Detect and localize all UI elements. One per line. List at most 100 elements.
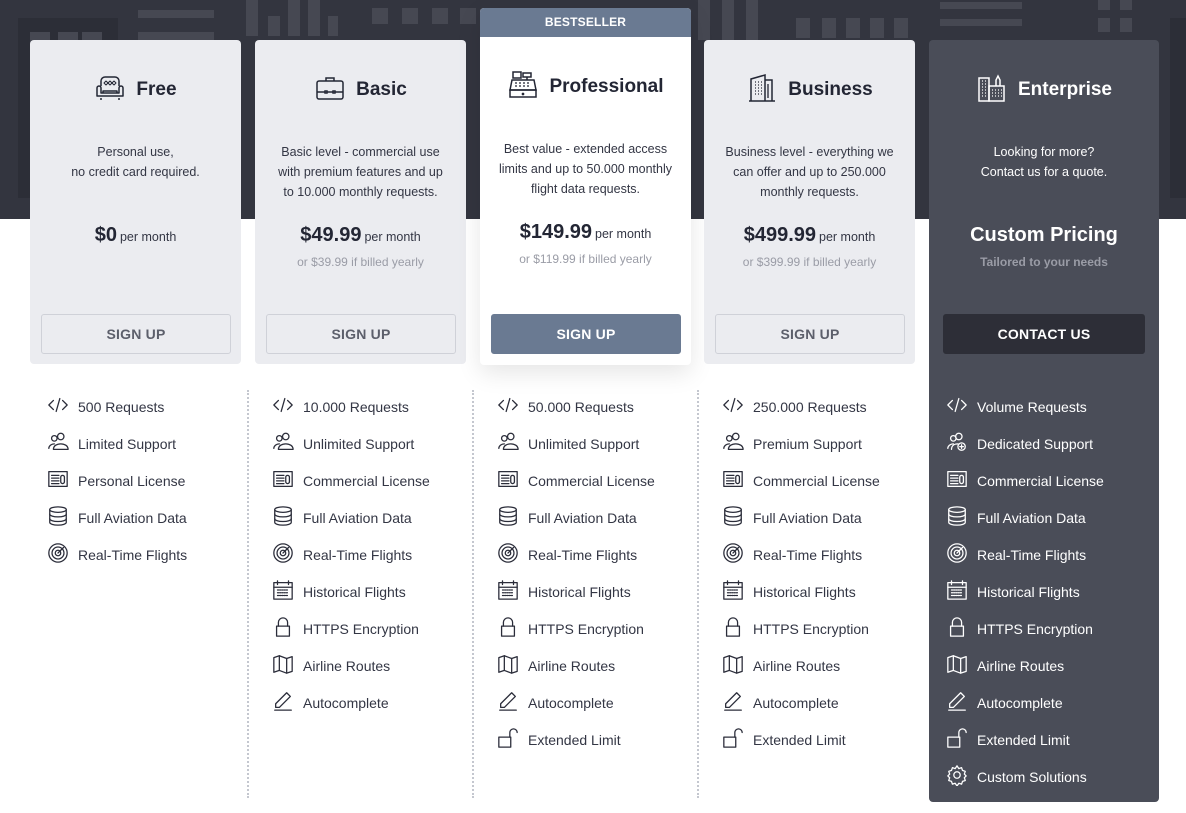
feature-item: Airline Routes	[722, 647, 947, 684]
feature-label: HTTPS Encryption	[753, 620, 869, 637]
feature-list-professional: 50.000 Requests Unlimited Support Commerci…	[497, 388, 722, 758]
feature-label: Autocomplete	[977, 694, 1063, 711]
database-icon	[272, 505, 303, 530]
calendar-icon	[272, 579, 303, 604]
feature-item: HTTPS Encryption	[946, 610, 1171, 647]
radar-icon	[272, 542, 303, 567]
radar-icon	[497, 542, 528, 567]
feature-item: Real-Time Flights	[47, 536, 272, 573]
price-period: per month	[364, 230, 421, 244]
feature-item: Airline Routes	[497, 647, 722, 684]
calendar-icon	[497, 579, 528, 604]
feature-label: Real-Time Flights	[528, 546, 638, 563]
calendar-icon	[946, 579, 977, 604]
license-icon	[946, 468, 977, 493]
sign-up-button-business[interactable]: SIGN UP	[715, 314, 905, 354]
feature-label: Full Aviation Data	[78, 509, 187, 526]
feature-label: Historical Flights	[303, 583, 406, 600]
feature-label: Commercial License	[977, 472, 1104, 489]
city-buildings-icon	[976, 72, 1008, 109]
feature-item: Custom Solutions	[946, 758, 1171, 795]
plan-card-business: Business Business level - everything we c…	[704, 40, 915, 364]
plan-name: Enterprise	[1018, 79, 1112, 100]
feature-item: Full Aviation Data	[47, 499, 272, 536]
feature-label: HTTPS Encryption	[303, 620, 419, 637]
feature-item: Unlimited Support	[497, 425, 722, 462]
feature-label: Extended Limit	[977, 731, 1070, 748]
plan-description: Best value - extended access limits and u…	[498, 142, 673, 196]
feature-label: Unlimited Support	[528, 435, 640, 452]
feature-label: 500 Requests	[78, 398, 165, 415]
feature-label: Volume Requests	[977, 398, 1087, 415]
feature-item: Full Aviation Data	[497, 499, 722, 536]
lock-icon	[497, 616, 528, 641]
feature-item: Autocomplete	[722, 684, 947, 721]
map-icon	[722, 653, 753, 678]
feature-item: Full Aviation Data	[272, 499, 497, 536]
feature-label: Historical Flights	[753, 583, 856, 600]
unlock-icon	[497, 727, 528, 752]
feature-item: Extended Limit	[946, 721, 1171, 758]
feature-label: Limited Support	[78, 435, 177, 452]
price-period: per month	[819, 230, 876, 244]
code-icon	[946, 394, 977, 419]
sign-up-button-professional[interactable]: SIGN UP	[491, 314, 681, 354]
feature-label: Real-Time Flights	[753, 546, 863, 563]
users-icon	[47, 431, 78, 456]
feature-item: Commercial License	[497, 462, 722, 499]
license-icon	[497, 468, 528, 493]
feature-item: Premium Support	[722, 425, 947, 462]
custom-pricing-label: Custom Pricing	[970, 224, 1118, 246]
plan-name: Basic	[356, 79, 407, 100]
feature-label: Real-Time Flights	[303, 546, 413, 563]
feature-item: Historical Flights	[272, 573, 497, 610]
plan-card-professional: BESTSELLER Professional Best value - ext…	[480, 8, 691, 365]
feature-label: Historical Flights	[977, 583, 1080, 600]
radar-icon	[946, 542, 977, 567]
feature-item: Extended Limit	[497, 721, 722, 758]
feature-label: HTTPS Encryption	[977, 620, 1093, 637]
unlock-icon	[946, 727, 977, 752]
feature-label: Autocomplete	[528, 694, 614, 711]
feature-label: Commercial License	[753, 472, 880, 489]
gear-icon	[946, 764, 977, 789]
unlock-icon	[722, 727, 753, 752]
sign-up-button-free[interactable]: SIGN UP	[41, 314, 231, 354]
database-icon	[722, 505, 753, 530]
feature-item: Commercial License	[946, 462, 1171, 499]
lock-icon	[722, 616, 753, 641]
feature-label: Airline Routes	[303, 657, 391, 674]
calendar-icon	[722, 579, 753, 604]
feature-item: Airline Routes	[946, 647, 1171, 684]
yearly-price: or $39.99 if billed yearly	[297, 255, 424, 269]
license-icon	[272, 468, 303, 493]
feature-item: Commercial License	[272, 462, 497, 499]
feature-item: Real-Time Flights	[497, 536, 722, 573]
sign-up-button-basic[interactable]: SIGN UP	[266, 314, 456, 354]
feature-item: Unlimited Support	[272, 425, 497, 462]
users-icon	[497, 431, 528, 456]
code-icon	[497, 394, 528, 419]
users-plus-icon	[946, 431, 977, 456]
pencil-icon	[946, 690, 977, 715]
contact-us-button[interactable]: CONTACT US	[943, 314, 1145, 354]
pencil-icon	[497, 690, 528, 715]
feature-label: Full Aviation Data	[753, 509, 862, 526]
feature-item: Commercial License	[722, 462, 947, 499]
plan-price: $0	[94, 224, 117, 246]
feature-list-enterprise: Volume Requests Dedicated Support Commerci…	[946, 388, 1171, 795]
feature-label: Full Aviation Data	[528, 509, 637, 526]
feature-label: Unlimited Support	[303, 435, 415, 452]
feature-item: Autocomplete	[497, 684, 722, 721]
yearly-price	[30, 255, 241, 273]
feature-label: Premium Support	[753, 435, 862, 452]
code-icon	[47, 394, 78, 419]
yearly-price: or $399.99 if billed yearly	[742, 255, 877, 269]
radar-icon	[47, 542, 78, 567]
feature-label: Extended Limit	[753, 731, 846, 748]
plan-price: $49.99	[300, 224, 362, 246]
map-icon	[497, 653, 528, 678]
price-period: per month	[119, 230, 177, 244]
feature-label: 50.000 Requests	[528, 398, 634, 415]
database-icon	[946, 505, 977, 530]
